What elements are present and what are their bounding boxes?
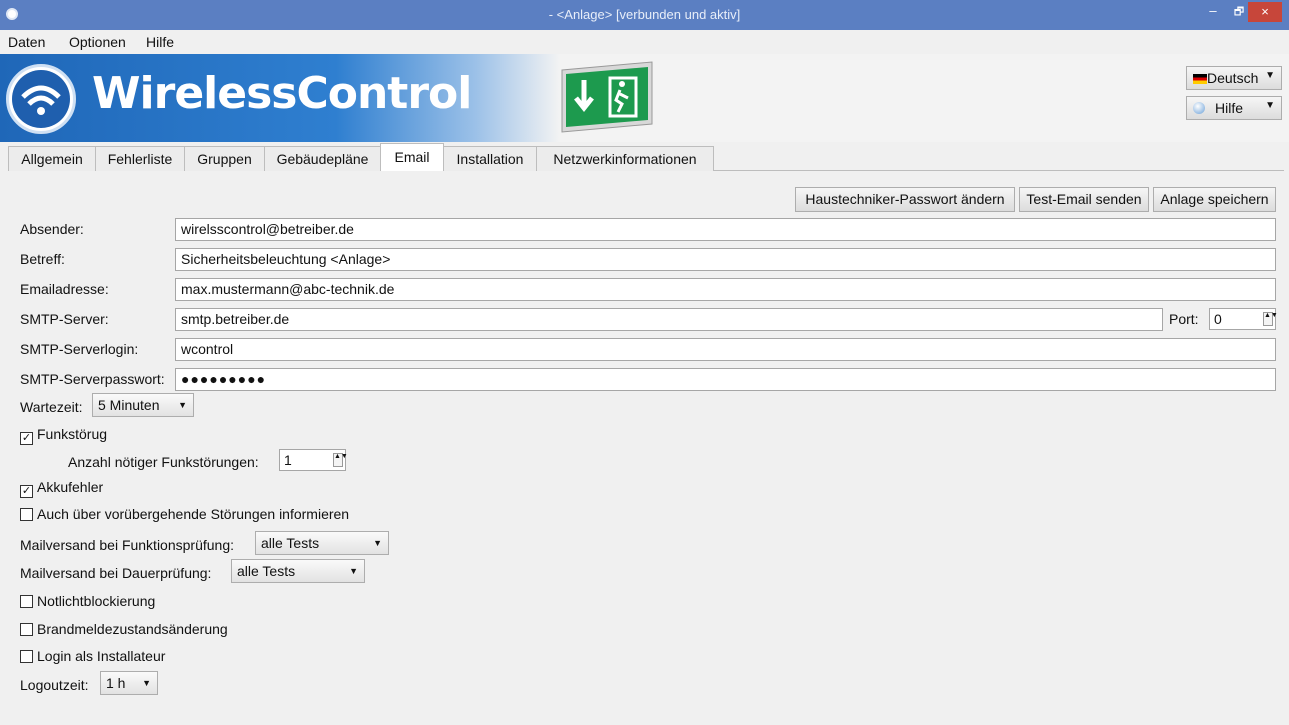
wait-time-dropdown[interactable]: 5 Minuten ▼ <box>92 393 194 417</box>
tab-fehlerliste[interactable]: Fehlerliste <box>95 146 185 171</box>
emergency-exit-sign-icon <box>561 61 653 133</box>
email-address-label: Emailadresse: <box>20 281 109 297</box>
function-test-mail-dropdown[interactable]: alle Tests ▼ <box>255 531 389 555</box>
save-system-button[interactable]: Anlage speichern <box>1153 187 1276 212</box>
chevron-down-icon: ▼ <box>142 678 151 688</box>
logout-time-label: Logoutzeit: <box>20 677 89 693</box>
menu-optionen[interactable]: Optionen <box>69 34 126 50</box>
smtp-login-field[interactable]: wcontrol <box>175 338 1276 361</box>
logout-time-value: 1 h <box>106 675 126 691</box>
language-dropdown[interactable]: Deutsch ▼ <box>1186 66 1282 90</box>
radio-fault-checkbox[interactable]: ✓ Funkstörug <box>20 426 107 445</box>
port-spinbox[interactable]: 0 ▲▼ <box>1209 308 1278 330</box>
fire-alarm-label: Brandmeldezustandsänderung <box>37 621 228 637</box>
wait-time-label: Wartezeit: <box>20 399 83 415</box>
fire-alarm-checkbox[interactable]: Brandmeldezustandsänderung <box>20 621 228 637</box>
port-label: Port: <box>1169 311 1199 327</box>
chevron-down-icon: ▼ <box>1265 70 1275 81</box>
tab-installation[interactable]: Installation <box>443 146 537 171</box>
emergency-block-checkbox[interactable]: Notlichtblockierung <box>20 593 155 609</box>
menu-daten[interactable]: Daten <box>8 34 45 50</box>
port-value: 0 <box>1214 311 1222 327</box>
emergency-block-label: Notlichtblockierung <box>37 593 156 609</box>
chevron-down-icon: ▼ <box>1265 100 1275 111</box>
installer-login-box-icon[interactable] <box>20 650 33 663</box>
close-button[interactable]: × <box>1248 2 1282 22</box>
chevron-down-icon: ▼ <box>373 538 382 548</box>
title-bar: - <Anlage> [verbunden und aktiv] – 🗗 × <box>0 0 1289 30</box>
subject-label: Betreff: <box>20 251 65 267</box>
help-label: Hilfe <box>1215 100 1244 116</box>
smtp-password-field[interactable]: ●●●●●●●●● <box>175 368 1276 391</box>
subject-field[interactable]: Sicherheitsbeleuchtung <Anlage> <box>175 248 1276 271</box>
battery-fault-label: Akkufehler <box>37 479 104 495</box>
send-test-email-button[interactable]: Test-Email senden <box>1019 187 1149 212</box>
battery-fault-checkbox[interactable]: ✓ Akkufehler <box>20 479 103 498</box>
duration-test-mail-value: alle Tests <box>237 563 296 579</box>
radio-fault-count-spinbox[interactable]: 1 ▲▼ <box>279 449 348 471</box>
installer-login-label: Login als Installateur <box>37 648 166 664</box>
tab-email[interactable]: Email <box>380 143 444 171</box>
tab-gruppen[interactable]: Gruppen <box>184 146 265 171</box>
minimize-button[interactable]: – <box>1200 3 1226 25</box>
smtp-server-field[interactable]: smtp.betreiber.de <box>175 308 1163 331</box>
sender-label: Absender: <box>20 221 84 237</box>
smtp-server-label: SMTP-Server: <box>20 311 109 327</box>
function-test-mail-value: alle Tests <box>261 535 320 551</box>
radio-fault-count-label: Anzahl nötiger Funkstörungen: <box>68 454 259 470</box>
radio-fault-check-icon[interactable]: ✓ <box>20 432 33 445</box>
tab-gebaeudeplaene[interactable]: Gebäudepläne <box>264 146 381 171</box>
tab-netzwerkinformationen[interactable]: Netzwerkinformationen <box>536 146 714 171</box>
german-flag-icon <box>1193 74 1207 84</box>
window-title: - <Anlage> [verbunden und aktiv] <box>548 7 741 22</box>
tab-allgemein[interactable]: Allgemein <box>8 146 96 171</box>
logo-background: WirelessControl <box>0 54 560 142</box>
logo-text: WirelessControl <box>92 68 472 119</box>
radio-fault-label: Funkstörug <box>37 426 108 442</box>
menu-hilfe[interactable]: Hilfe <box>146 34 174 50</box>
logout-time-dropdown[interactable]: 1 h ▼ <box>100 671 158 695</box>
tab-bar: Allgemein Fehlerliste Gruppen Gebäudeplä… <box>8 143 1284 171</box>
wait-time-value: 5 Minuten <box>98 397 160 413</box>
duration-test-mail-label: Mailversand bei Dauerprüfung: <box>20 565 212 581</box>
chevron-down-icon: ▼ <box>349 566 358 576</box>
installer-login-checkbox[interactable]: Login als Installateur <box>20 648 165 664</box>
smtp-password-label: SMTP-Serverpasswort: <box>20 371 165 387</box>
change-password-button[interactable]: Haustechniker-Passwort ändern <box>795 187 1015 212</box>
wireless-logo-icon <box>6 64 76 134</box>
sender-field[interactable]: wirelsscontrol@betreiber.de <box>175 218 1276 241</box>
radio-fault-count-value: 1 <box>284 452 292 468</box>
help-dropdown[interactable]: Hilfe ▼ <box>1186 96 1282 120</box>
battery-fault-check-icon[interactable]: ✓ <box>20 485 33 498</box>
email-address-field[interactable]: max.mustermann@abc-technik.de <box>175 278 1276 301</box>
temporary-faults-box-icon[interactable] <box>20 508 33 521</box>
menu-bar: Daten Optionen Hilfe <box>0 30 1289 54</box>
spin-arrows-icon[interactable]: ▲▼ <box>333 453 348 467</box>
fire-alarm-box-icon[interactable] <box>20 623 33 636</box>
chevron-down-icon: ▼ <box>178 400 187 410</box>
globe-icon <box>1193 102 1205 114</box>
temporary-faults-checkbox[interactable]: Auch über vorübergehende Störungen infor… <box>20 506 349 522</box>
emergency-block-box-icon[interactable] <box>20 595 33 608</box>
language-label: Deutsch <box>1207 70 1259 86</box>
temporary-faults-label: Auch über vorübergehende Störungen infor… <box>37 506 350 522</box>
spin-arrows-icon[interactable]: ▲▼ <box>1263 312 1278 326</box>
duration-test-mail-dropdown[interactable]: alle Tests ▼ <box>231 559 365 583</box>
smtp-login-label: SMTP-Serverlogin: <box>20 341 139 357</box>
banner: WirelessControl Deutsch ▼ Hilfe ▼ <box>0 54 1289 142</box>
function-test-mail-label: Mailversand bei Funktionsprüfung: <box>20 537 235 553</box>
